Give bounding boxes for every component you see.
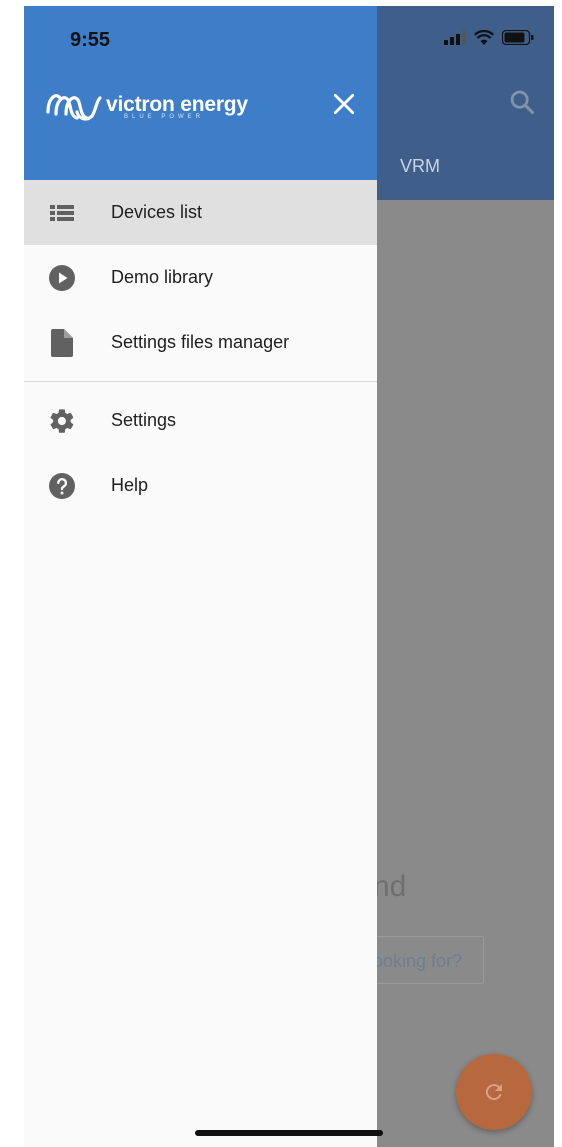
status-time: 9:55 [70,29,111,51]
background-title: nd [373,870,407,903]
file-icon [48,328,76,357]
help-circle-icon [48,472,76,500]
brand-tagline: BLUE POWER [124,114,205,120]
list-icon [48,199,76,227]
menu-item-label: Demo library [111,267,214,287]
menu-item-label: Help [111,475,149,495]
play-circle-icon [48,264,76,292]
menu-divider [24,381,377,382]
search-icon[interactable] [508,88,536,116]
menu-item-settings[interactable]: Settings [24,388,377,453]
wifi-icon [474,30,494,45]
home-indicator[interactable] [195,1130,383,1136]
tab-vrm[interactable]: VRM [400,156,440,177]
signal-icon [444,30,466,45]
battery-icon [502,30,534,45]
status-icons [444,30,534,45]
refresh-icon [485,1084,502,1101]
menu-item-help[interactable]: Help [24,453,377,518]
menu-item-devices-list[interactable]: Devices list [24,180,377,245]
menu-item-label: Settings files manager [111,332,290,352]
victron-logo-icon [46,94,102,121]
refresh-button[interactable] [456,1054,532,1130]
navigation-drawer: 9:55 victron energy BLUE POWER Devices l… [24,6,377,1147]
drawer-menu: Devices list Demo library Settings files… [24,180,377,518]
drawer-header: 9:55 victron energy BLUE POWER [24,6,377,180]
menu-item-label: Devices list [111,202,203,222]
gear-icon [48,407,76,435]
menu-item-settings-files-manager[interactable]: Settings files manager [24,310,377,375]
close-icon[interactable] [331,91,357,117]
background-link[interactable]: ooking for? [373,951,462,972]
menu-item-demo-library[interactable]: Demo library [24,245,377,310]
phone-screen: VRM nd ooking for? 9:55 victron energy B… [24,6,554,1147]
menu-item-label: Settings [111,410,177,430]
